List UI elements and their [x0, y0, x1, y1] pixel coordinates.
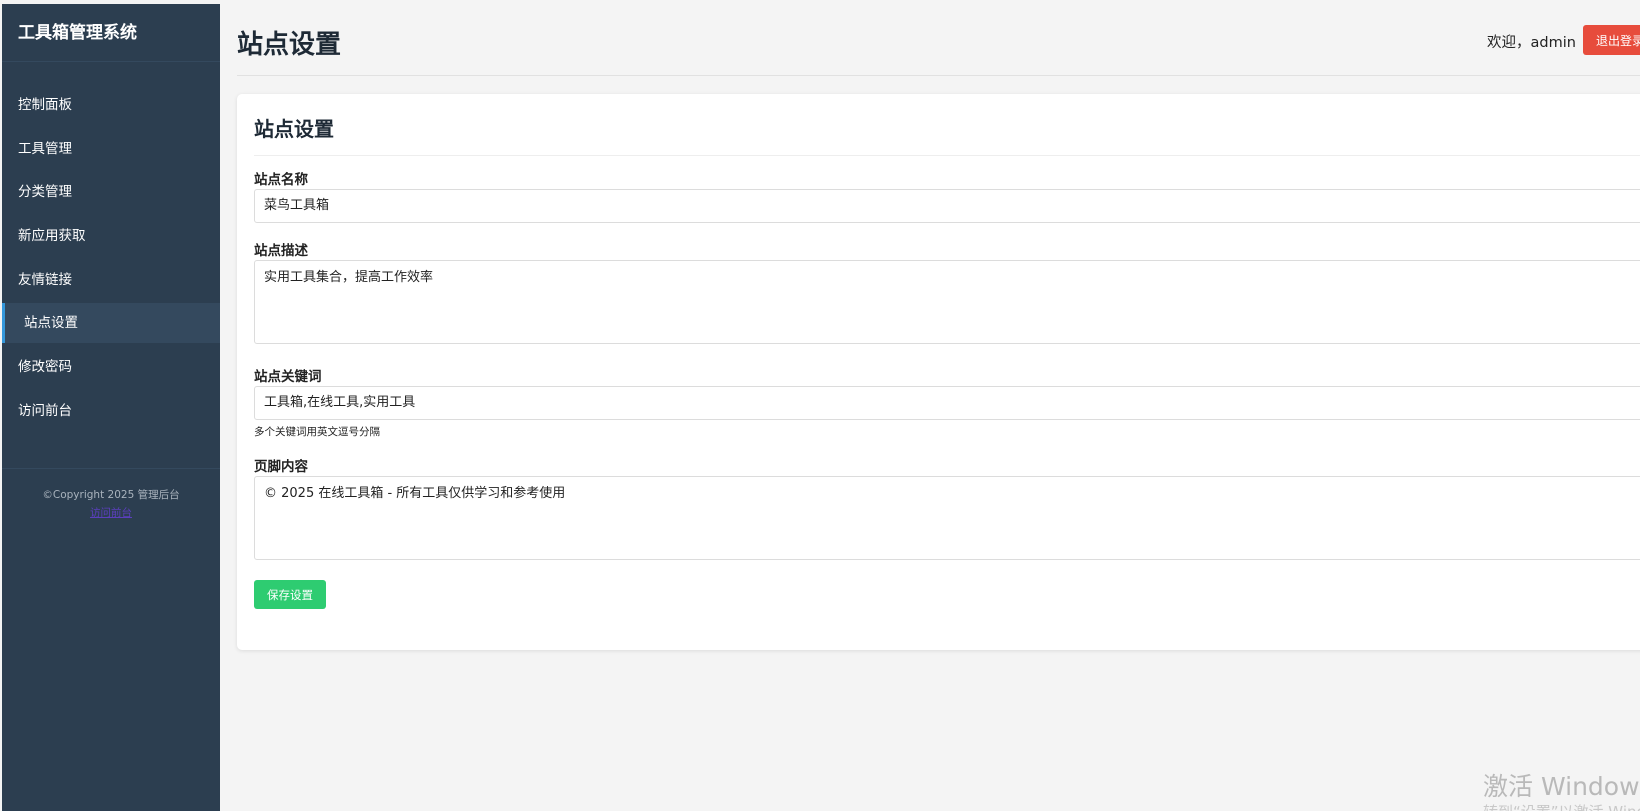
windows-activation-watermark: 激活 Windows [1483, 772, 1640, 801]
sidebar-item-change-password[interactable]: 修改密码 [2, 347, 220, 387]
browser-viewport: 工具箱管理系统 控制面板 工具管理 分类管理 新应用获取 友情链接 站点设置 修… [0, 4, 1640, 811]
save-settings-button[interactable]: 保存设置 [254, 580, 326, 609]
site-description-label: 站点描述 [254, 243, 308, 259]
site-keywords-label: 站点关键词 [254, 369, 322, 385]
logout-button[interactable]: 退出登录 [1583, 25, 1640, 55]
screen: 工具箱管理系统 控制面板 工具管理 分类管理 新应用获取 友情链接 站点设置 修… [0, 0, 1640, 811]
card-title: 站点设置 [254, 117, 334, 141]
sidebar: 工具箱管理系统 控制面板 工具管理 分类管理 新应用获取 友情链接 站点设置 修… [2, 4, 220, 811]
copyright: ©Copyright 2025 管理后台 访问前台 [2, 486, 220, 522]
footer-content-label: 页脚内容 [254, 459, 308, 475]
site-name-input[interactable]: 菜鸟工具箱 [254, 189, 1640, 223]
page-header: 站点设置 欢迎，admin 退出登录 [237, 4, 1640, 76]
main-content: 站点设置 欢迎，admin 退出登录 站点设置 站点名称 菜鸟工具箱 站点描述 … [237, 4, 1640, 811]
sidebar-item-visit-frontend[interactable]: 访问前台 [2, 391, 220, 431]
welcome-text: 欢迎，admin [1487, 35, 1576, 51]
copyright-link[interactable]: 访问前台 [2, 504, 220, 522]
site-description-textarea[interactable]: 实用工具集合，提高工作效率 [254, 260, 1640, 344]
sidebar-divider [2, 467, 220, 469]
card-divider [254, 155, 1640, 156]
sidebar-item-new-apps[interactable]: 新应用获取 [2, 216, 220, 256]
sidebar-item-categories[interactable]: 分类管理 [2, 172, 220, 212]
site-keywords-hint: 多个关键词用英文逗号分隔 [254, 426, 380, 438]
sidebar-title: 工具箱管理系统 [2, 4, 220, 62]
sidebar-item-site-settings[interactable]: 站点设置 [2, 303, 220, 344]
site-keywords-input[interactable]: 工具箱,在线工具,实用工具 [254, 386, 1640, 420]
settings-card: 站点设置 站点名称 菜鸟工具箱 站点描述 实用工具集合，提高工作效率 站点关键词… [237, 94, 1640, 650]
sidebar-nav: 控制面板 工具管理 分类管理 新应用获取 友情链接 站点设置 修改密码 访问前台 [2, 85, 220, 431]
sidebar-item-friend-links[interactable]: 友情链接 [2, 260, 220, 300]
windows-activation-subtext: 转到“设置”以激活 Windows。 [1483, 801, 1640, 811]
sidebar-item-dashboard[interactable]: 控制面板 [2, 85, 220, 125]
site-name-label: 站点名称 [254, 172, 308, 188]
footer-content-textarea[interactable]: © 2025 在线工具箱 - 所有工具仅供学习和参考使用 [254, 476, 1640, 560]
sidebar-item-tools[interactable]: 工具管理 [2, 129, 220, 169]
copyright-text: ©Copyright 2025 管理后台 [42, 488, 180, 501]
page-title: 站点设置 [237, 30, 342, 60]
